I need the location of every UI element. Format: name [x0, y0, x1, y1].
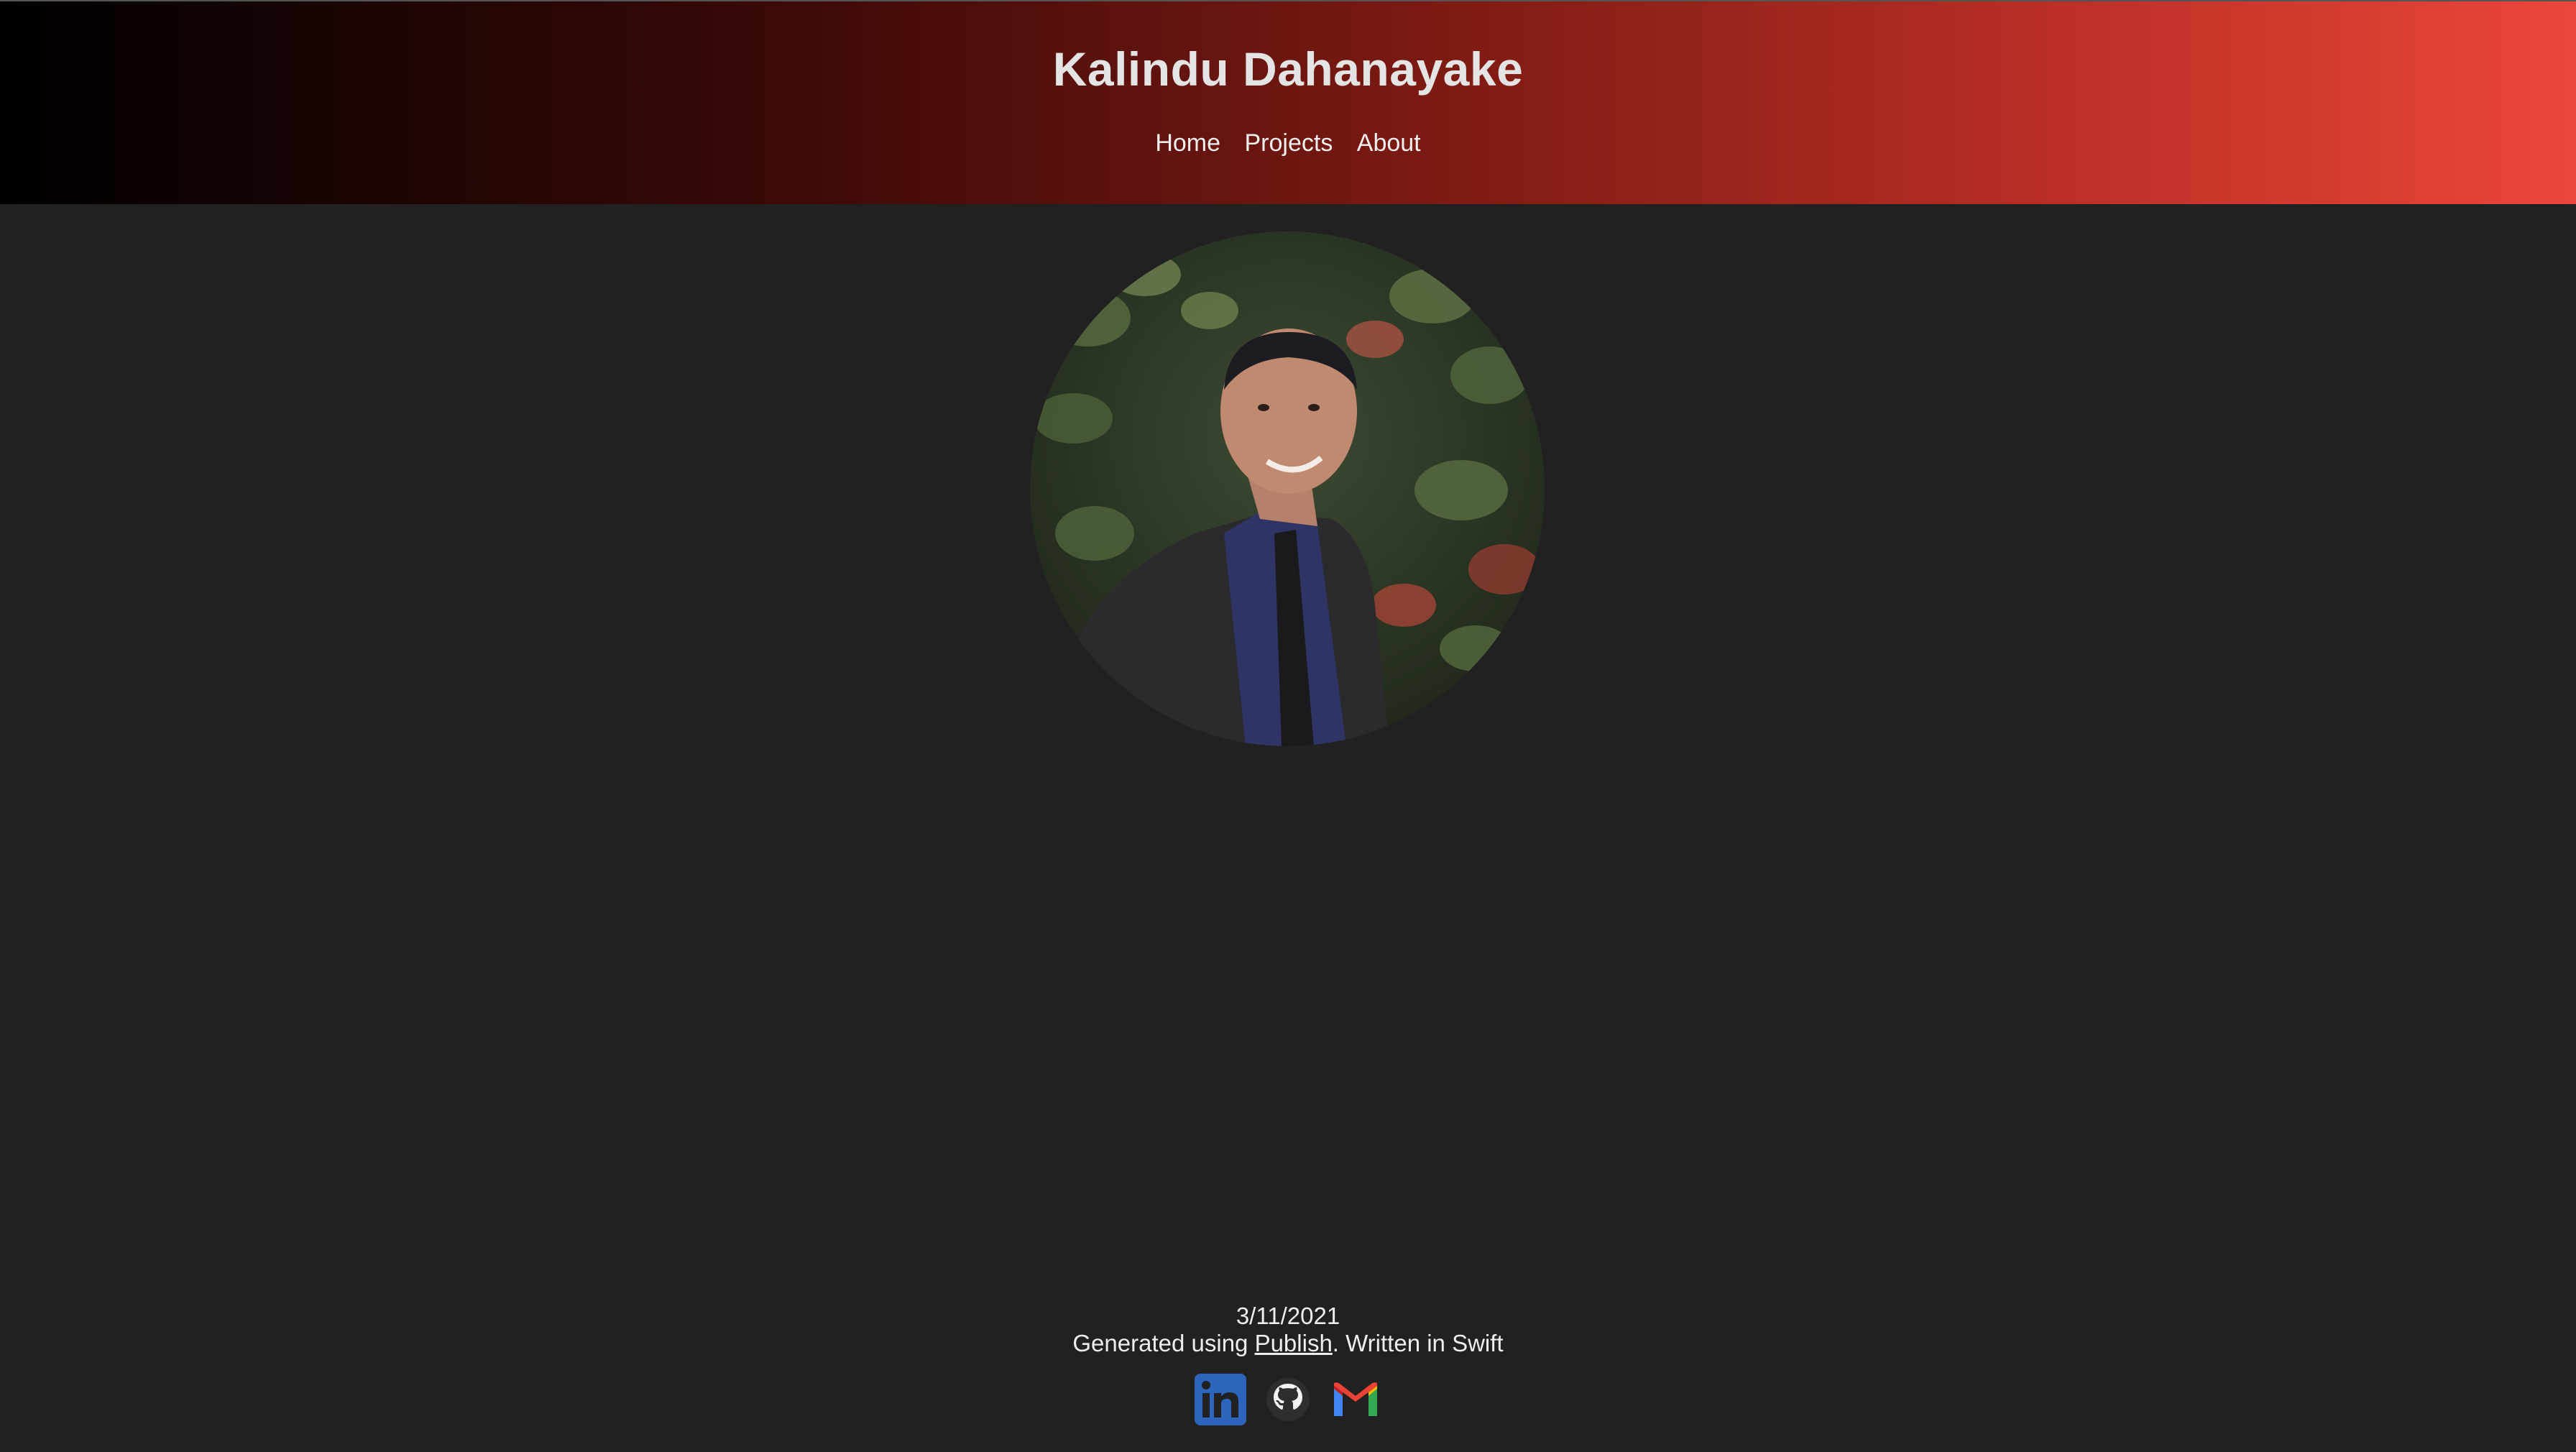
nav-about[interactable]: About	[1357, 129, 1421, 157]
publish-link[interactable]: Publish	[1255, 1330, 1333, 1356]
github-icon[interactable]	[1261, 1373, 1315, 1426]
main-nav: Home Projects About	[0, 129, 2576, 157]
gmail-icon[interactable]	[1329, 1373, 1382, 1426]
site-title[interactable]: Kalindu Dahanayake	[0, 42, 2576, 96]
footer-generated-suffix: . Written in Swift	[1332, 1330, 1504, 1356]
site-footer: 3/11/2021 Generated using Publish. Writt…	[0, 1302, 2576, 1357]
nav-projects[interactable]: Projects	[1245, 129, 1333, 157]
social-links	[0, 1373, 2576, 1428]
site-header: Kalindu Dahanayake Home Projects About	[0, 0, 2576, 204]
nav-home[interactable]: Home	[1155, 129, 1220, 157]
footer-generated-prefix: Generated using	[1072, 1330, 1255, 1356]
profile-photo	[1030, 231, 1545, 746]
footer-date: 3/11/2021	[1236, 1302, 1340, 1329]
linkedin-icon[interactable]	[1194, 1373, 1247, 1426]
footer-credits: Generated using Publish. Written in Swif…	[0, 1330, 2576, 1357]
